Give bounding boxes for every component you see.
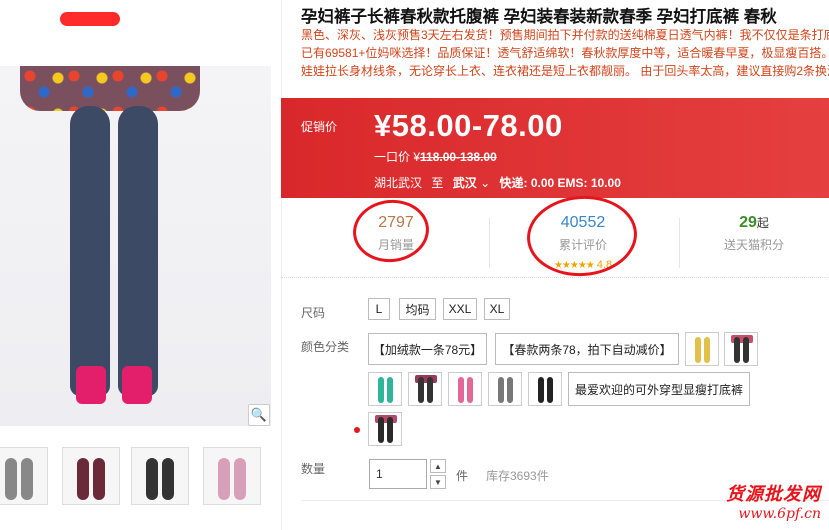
- original-price: 一口价 ¥118.00-138.00: [374, 148, 497, 165]
- thumbnail-4[interactable]: [203, 447, 261, 505]
- promo-price-label: 促销价: [301, 120, 338, 134]
- ship-to-select[interactable]: 武汉 ⌄: [453, 176, 490, 190]
- black-pants-icon[interactable]: [408, 372, 442, 406]
- points-suffix: 起: [756, 216, 769, 230]
- promo-price: ¥58.00-78.00: [374, 108, 563, 143]
- desc-line-3: 娃娃拉长身材线条，无论穿长上衣、连衣裙还是短上衣都靓丽。 由于回头率太高，建议直…: [301, 64, 829, 78]
- pink-pants-icon[interactable]: [448, 372, 482, 406]
- yellow-pants-icon[interactable]: [685, 332, 719, 366]
- ship-to-city: 武汉: [452, 176, 477, 190]
- size-option-xl[interactable]: XL: [484, 298, 510, 320]
- thumbnail-3[interactable]: [131, 447, 189, 505]
- color-option-popular[interactable]: 最爱欢迎的可外穿型显瘦打底裤: [568, 372, 750, 406]
- ship-to-word: 至: [431, 176, 444, 190]
- right-leg-graphic: [118, 106, 158, 396]
- chevron-down-icon: ⌄: [480, 176, 491, 190]
- skirt-graphic: [20, 66, 200, 111]
- product-description: 黑色、深灰、浅灰预售3天左右发货！预售期间拍下并付款的送纯棉夏日透气内裤！我不仅…: [301, 26, 829, 80]
- quantity-increase-icon[interactable]: ▲: [430, 459, 446, 473]
- stats-divider-1: [489, 218, 490, 268]
- quantity-label: 数量: [301, 462, 326, 476]
- color-option-spring-two[interactable]: 【春款两条78，拍下自动减价】: [495, 333, 679, 365]
- shipping-fees: 快递: 0.00 EMS: 10.00: [499, 176, 621, 190]
- watermark: 货源批发网 www.6pf.cn: [726, 480, 821, 522]
- size-label: 尺码: [301, 306, 326, 320]
- shipping-info: 湖北武汉 至 武汉 ⌄ 快递: 0.00 EMS: 10.00: [374, 174, 621, 191]
- watermark-line-1: 货源批发网: [726, 484, 821, 505]
- zoom-icon[interactable]: 🔍: [248, 404, 270, 426]
- size-option-xxl[interactable]: XXL: [443, 298, 477, 320]
- original-price-label: 一口价 ¥: [374, 150, 421, 164]
- product-gallery: 🔍: [0, 0, 281, 530]
- size-option-l[interactable]: L: [368, 298, 390, 320]
- points-count: 29: [739, 214, 757, 231]
- teal-pants-icon[interactable]: [368, 372, 402, 406]
- reward-points: 29起 送天猫积分: [679, 214, 829, 253]
- quantity-unit: 件: [456, 469, 469, 483]
- original-price-value: 118.00-138.00: [420, 150, 497, 164]
- quantity-input[interactable]: 1: [369, 459, 427, 489]
- left-leg-graphic: [70, 106, 110, 396]
- left-shoe-graphic: [76, 366, 106, 404]
- watermark-line-2: www.6pf.cn: [738, 506, 821, 522]
- dark-pants-icon[interactable]: [528, 372, 562, 406]
- ship-from: 湖北武汉: [374, 176, 423, 190]
- size-option-onesize[interactable]: 均码: [399, 298, 436, 320]
- gray-pants-icon[interactable]: [488, 372, 522, 406]
- points-label: 送天猫积分: [723, 238, 784, 252]
- color-option-fleece[interactable]: 【加绒款一条78元】: [368, 333, 487, 365]
- redaction-mark: [60, 12, 120, 26]
- desc-line-2: 已有69581+位妈咪选择！品质保证！透气舒适绵软！春秋款厚度中等，适合暖春早夏…: [301, 46, 829, 60]
- price-panel: 促销价 ¥58.00-78.00 一口价 ¥118.00-138.00 湖北武汉…: [281, 98, 829, 198]
- thumbnail-1[interactable]: [0, 447, 48, 505]
- desc-line-1: 黑色、深灰、浅灰预售3天左右发货！预售期间拍下并付款的送纯棉夏日透气内裤！我不仅…: [301, 28, 829, 42]
- right-shoe-graphic: [122, 366, 152, 404]
- product-title: 孕妇裤子长裤春秋款托腹裤 孕妇装春装新款春季 孕妇打底裤 春秋: [301, 8, 777, 26]
- thumbnail-strip: [0, 447, 281, 507]
- main-product-image[interactable]: [0, 66, 271, 426]
- black-pants-skirt-icon[interactable]: [724, 332, 758, 366]
- thumbnail-2[interactable]: [62, 447, 120, 505]
- annotation-dot: [354, 427, 360, 433]
- color-label: 颜色分类: [301, 340, 350, 354]
- product-info: 孕妇裤子长裤春秋款托腹裤 孕妇装春装新款春季 孕妇打底裤 春秋 黑色、深灰、浅灰…: [281, 0, 829, 530]
- stock-count: 库存3693件: [486, 469, 549, 483]
- black-skirt-pants-icon[interactable]: [368, 412, 402, 446]
- points-value: 29起: [679, 214, 829, 232]
- quantity-decrease-icon[interactable]: ▼: [430, 475, 446, 489]
